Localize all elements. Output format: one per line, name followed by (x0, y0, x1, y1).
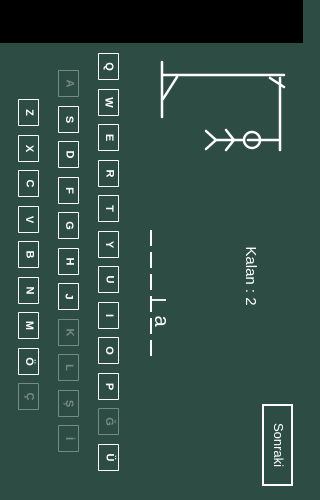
key-label: Ğ (103, 417, 115, 426)
hangman-arm-2 (224, 138, 236, 152)
key-t[interactable]: T (98, 195, 119, 222)
key-n[interactable]: N (18, 277, 39, 304)
key-label: Z (22, 109, 35, 116)
key-i̇: İ (58, 425, 79, 452)
next-button-label: Sonraki (271, 422, 286, 468)
revealed-letter: a (150, 315, 172, 327)
key-l: L (58, 354, 79, 381)
key-label: O (103, 346, 115, 355)
key-label: V (23, 215, 35, 224)
key-label: J (63, 293, 75, 300)
key-label: N (22, 286, 35, 295)
key-label: Q (103, 62, 115, 71)
key-label: L (62, 364, 75, 371)
key-v[interactable]: V (18, 206, 39, 233)
key-label: G (63, 221, 75, 230)
key-f[interactable]: F (58, 177, 79, 204)
remaining-guesses: Kalan : 2 (242, 246, 259, 306)
key-label: M (22, 320, 35, 331)
key-ş: Ş (58, 390, 79, 417)
key-label: X (23, 144, 35, 153)
key-ü[interactable]: Ü (98, 444, 119, 471)
key-label: S (63, 115, 75, 124)
key-r[interactable]: R (98, 160, 119, 187)
key-label: R (102, 169, 115, 178)
key-label: A (62, 79, 75, 88)
key-m[interactable]: M (18, 312, 39, 339)
key-label: K (62, 328, 75, 337)
hangman-arm-1 (224, 128, 236, 142)
key-g[interactable]: G (58, 212, 79, 239)
key-label: E (103, 133, 115, 142)
key-k: K (58, 319, 79, 346)
key-label: H (62, 257, 75, 266)
key-o[interactable]: O (98, 337, 119, 364)
game-board: l a Kalan : 2 Sonraki QWERTYUIOPĞÜASDFGH… (0, 0, 303, 500)
key-label: T (102, 205, 115, 212)
key-y[interactable]: Y (98, 231, 119, 258)
key-s[interactable]: S (58, 106, 79, 133)
key-label: F (62, 187, 75, 194)
key-c[interactable]: C (18, 170, 39, 197)
key-ç: Ç (18, 383, 39, 410)
key-a: A (58, 70, 79, 97)
key-i[interactable]: I (98, 302, 119, 329)
key-x[interactable]: X (18, 135, 39, 162)
key-z[interactable]: Z (18, 99, 39, 126)
key-label: İ (63, 436, 75, 441)
gallows-brace-2 (268, 76, 286, 89)
next-button[interactable]: Sonraki (262, 404, 293, 486)
key-label: C (22, 179, 35, 188)
key-label: B (22, 250, 35, 259)
hangman-leg-1 (204, 129, 218, 142)
key-label: Ö (23, 357, 35, 366)
key-ö[interactable]: Ö (18, 348, 39, 375)
key-label: U (102, 275, 115, 284)
key-ğ: Ğ (98, 408, 119, 435)
key-d[interactable]: D (58, 141, 79, 168)
key-label: W (102, 97, 115, 108)
key-j[interactable]: J (58, 283, 79, 310)
key-p[interactable]: P (98, 373, 119, 400)
key-w[interactable]: W (98, 89, 119, 116)
key-h[interactable]: H (58, 248, 79, 275)
key-e[interactable]: E (98, 124, 119, 151)
key-label: Y (103, 240, 115, 249)
hangman-leg-2 (204, 138, 218, 151)
gallows-brace-1 (161, 75, 179, 101)
key-label: I (103, 313, 115, 318)
key-label: Ç (22, 392, 35, 401)
key-u[interactable]: U (98, 266, 119, 293)
key-label: Ş (63, 399, 75, 408)
key-label: D (62, 150, 75, 159)
key-q[interactable]: Q (98, 53, 119, 80)
key-b[interactable]: B (18, 241, 39, 268)
key-label: P (103, 382, 115, 391)
key-label: Ü (102, 453, 115, 462)
